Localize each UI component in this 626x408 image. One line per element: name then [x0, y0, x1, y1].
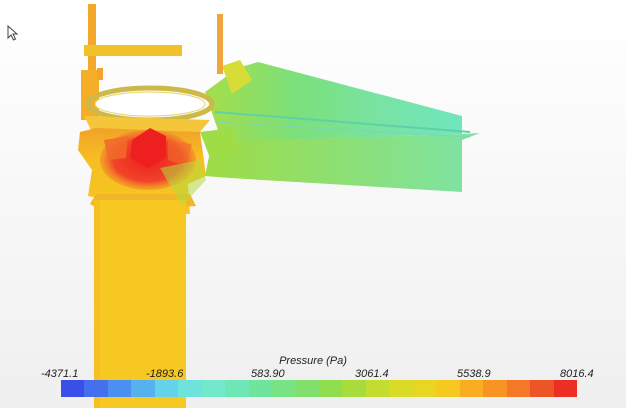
colormap-swatch [295, 380, 319, 397]
legend-label-5: 5538.9 [457, 368, 491, 380]
legend-label-3: 583.90 [251, 368, 285, 380]
colormap-swatch [365, 380, 390, 397]
colormap-swatch [389, 380, 413, 397]
legend-title: Pressure (Pa) [279, 355, 347, 367]
colormap-swatch [483, 380, 507, 397]
legend-label-4: 3061.4 [355, 368, 389, 380]
colormap-swatch [272, 380, 296, 397]
colormap-bar [61, 380, 577, 397]
flange-ring [84, 85, 215, 132]
colormap-swatch [61, 380, 85, 397]
colormap-swatch [154, 380, 179, 397]
colormap-swatch [225, 380, 249, 397]
colormap-swatch [248, 380, 273, 397]
colormap-swatch [530, 380, 554, 397]
pressure-legend: Pressure (Pa) -4371.1 -1893.6 583.90 306… [0, 352, 626, 408]
colormap-swatch [201, 380, 226, 397]
legend-label-min: -4371.1 [41, 368, 79, 380]
colormap-swatch [412, 380, 437, 397]
colormap-swatch [342, 380, 366, 397]
inlet-pipe-bottom [84, 45, 182, 56]
colormap-swatch [459, 380, 484, 397]
colormap-swatch [318, 380, 343, 397]
legend-label-2: -1893.6 [146, 368, 184, 380]
outlet-duct [200, 60, 480, 192]
colormap-swatch [553, 380, 577, 397]
colormap-swatch [436, 380, 460, 397]
colormap-swatch [506, 380, 531, 397]
colormap-swatch [84, 380, 108, 397]
colormap-swatch [131, 380, 155, 397]
legend-label-max: 8016.4 [560, 368, 594, 380]
colormap-swatch [178, 380, 202, 397]
simulation-viewport[interactable] [0, 0, 626, 408]
mouse-pointer-icon [7, 25, 19, 41]
colormap-swatch [107, 380, 132, 397]
